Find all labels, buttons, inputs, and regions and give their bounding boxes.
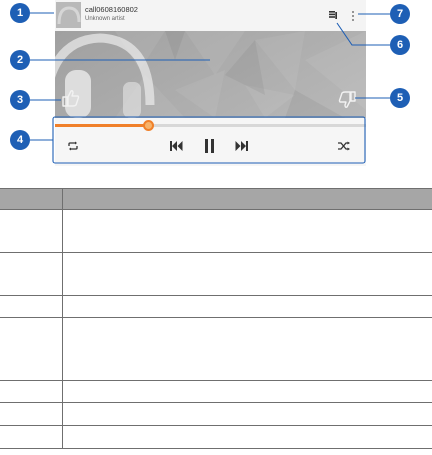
- callout-leaders: [30, 12, 390, 164]
- table-cell-description: [62, 317, 432, 381]
- table-cell-number: [0, 380, 63, 403]
- table-cell-description: [62, 402, 432, 426]
- callout-reference-table: [0, 188, 432, 449]
- callout-4: 4: [10, 130, 30, 150]
- callout-5: 5: [390, 88, 410, 108]
- table-cell-number: [0, 295, 63, 318]
- table-row: [0, 402, 432, 426]
- table-header-number: [0, 188, 63, 210]
- callout-2: 2: [10, 50, 30, 70]
- callout-1: 1: [10, 3, 30, 23]
- table-row: [0, 295, 432, 318]
- table-cell-number: [0, 209, 63, 253]
- table-row: [0, 252, 432, 296]
- table-cell-description: [62, 425, 432, 449]
- table-header-description: [62, 188, 432, 210]
- table-cell-number: [0, 252, 63, 296]
- callout-7: 7: [390, 4, 410, 24]
- callout-3: 3: [10, 90, 30, 110]
- callout-6: 6: [390, 35, 410, 55]
- table-row: [0, 209, 432, 253]
- table-row: [0, 425, 432, 449]
- table-cell-number: [0, 317, 63, 381]
- table-cell-description: [62, 209, 432, 253]
- table-header-row: [0, 188, 432, 210]
- table-cell-number: [0, 425, 63, 449]
- table-cell-description: [62, 295, 432, 318]
- table-cell-number: [0, 402, 63, 426]
- table-cell-description: [62, 252, 432, 296]
- table-row: [0, 380, 432, 403]
- table-row: [0, 317, 432, 381]
- table-cell-description: [62, 380, 432, 403]
